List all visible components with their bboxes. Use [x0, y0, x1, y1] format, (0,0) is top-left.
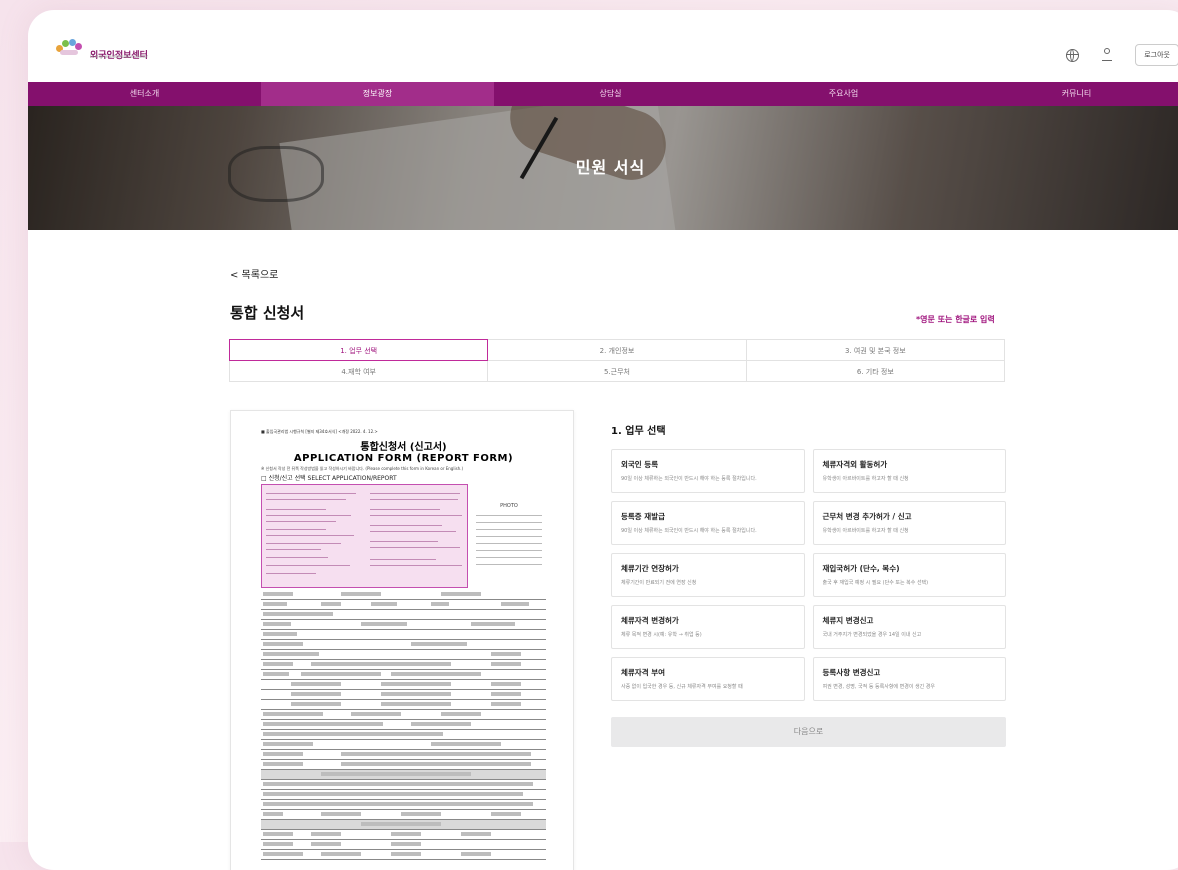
- header-actions: 로그아웃: [1066, 44, 1178, 66]
- panel-title: 1. 업무 선택: [611, 426, 666, 437]
- task-card-address-change[interactable]: 체류지 변경신고 국내 거주지가 변경되었을 경우 14일 이내 신고: [812, 605, 1006, 649]
- task-card-title: 체류지 변경신고: [822, 616, 874, 625]
- step-tab-1[interactable]: 1. 업무 선택: [229, 339, 489, 361]
- nav-item-business[interactable]: 주요사업: [727, 82, 960, 106]
- hero-title: 민원 서식: [575, 158, 646, 177]
- form-preview-image: ■ 출입국관리법 시행규칙 [별지 제34호서식] <개정 2022. 4. 1…: [230, 410, 574, 870]
- nav-item-community[interactable]: 커뮤니티: [960, 82, 1178, 106]
- form-preview-content: ■ 출입국관리법 시행규칙 [별지 제34호서식] <개정 2022. 4. 1…: [261, 429, 546, 860]
- form-select-label: □ 신청/신고 선택 SELECT APPLICATION/REPORT: [261, 475, 397, 482]
- logout-button[interactable]: 로그아웃: [1135, 44, 1178, 66]
- task-card-desc: 90일 이상 체류하는 외국인이 반드시 해야 하는 등록 절차입니다.: [621, 476, 757, 482]
- step-tab-6[interactable]: 6. 기타 정보: [745, 360, 1005, 382]
- task-card-grid: 외국인 등록 90일 이상 체류하는 외국인이 반드시 해야 하는 등록 절차입…: [611, 449, 1006, 701]
- hero-banner: 민원 서식: [28, 106, 1178, 230]
- logo-subtitle: Foreigner Information Center: [90, 54, 149, 59]
- task-card-title: 등록사항 변경신고: [822, 668, 881, 677]
- task-card-desc: 출국 후 재입국 예정 시 필요 (단수 또는 복수 선택): [822, 580, 929, 586]
- task-card-title: 외국인 등록: [621, 460, 659, 469]
- form-title-korean: 통합신청서 (신고서): [360, 442, 447, 453]
- task-card-desc: 체류 목적 변경 시(예: 유학 → 취업 등): [621, 632, 702, 638]
- site-header: 외국인정보센터 Foreigner Information Center 로그아…: [28, 10, 1178, 82]
- form-subtitle: ※ 신청서 작성 전 뒤쪽 작성방법을 읽고 작성하시기 바랍니다. (Plea…: [261, 466, 464, 471]
- task-card-title: 체류자격외 활동허가: [822, 460, 888, 469]
- input-notice: *영문 또는 한글로 입력: [916, 315, 995, 324]
- task-selection-panel: 1. 업무 선택 외국인 등록 90일 이상 체류하는 외국인이 반드시 해야 …: [611, 422, 1006, 747]
- task-card-desc: 90일 이상 체류하는 외국인이 반드시 해야 하는 등록 절차입니다.: [621, 528, 757, 534]
- task-card-status-change[interactable]: 체류자격 변경허가 체류 목적 변경 시(예: 유학 → 취업 등): [611, 605, 805, 649]
- nav-item-counsel[interactable]: 상담실: [494, 82, 727, 106]
- task-card-extra-activity-permit[interactable]: 체류자격외 활동허가 유학생이 아르바이트를 하고자 할 때 신청: [812, 449, 1006, 493]
- task-card-status-grant[interactable]: 체류자격 부여 사증 없이 입국한 경우 등, 신규 체류자격 부여를 요청할 …: [611, 657, 805, 701]
- main-nav: 센터소개 정보광장 상담실 주요사업 커뮤니티: [28, 82, 1178, 106]
- user-icon[interactable]: [1101, 48, 1113, 62]
- logo-mark-icon: [54, 38, 86, 61]
- page-title: 통합 신청서: [230, 304, 305, 322]
- task-card-reentry-permit[interactable]: 재입국허가 (단수, 복수) 출국 후 재입국 예정 시 필요 (단수 또는 복…: [812, 553, 1006, 597]
- form-title-english: APPLICATION FORM (REPORT FORM): [293, 453, 514, 464]
- task-card-desc: 국내 거주지가 변경되었을 경우 14일 이내 신고: [822, 632, 922, 638]
- form-highlight-section: [261, 484, 468, 588]
- form-table: [261, 590, 546, 860]
- step-tab-5[interactable]: 5.근무처: [487, 360, 747, 382]
- task-card-desc: 사증 없이 입국한 경우 등, 신규 체류자격 부여를 요청할 때: [621, 684, 743, 690]
- task-card-desc: 체류기간이 만료되기 전에 연장 신청: [621, 580, 697, 586]
- next-button[interactable]: 다음으로: [611, 717, 1006, 747]
- task-card-stay-extension[interactable]: 체류기간 연장허가 체류기간이 만료되기 전에 연장 신청: [611, 553, 805, 597]
- task-card-desc: 유학생이 아르바이트를 하고자 할 때 신청: [822, 528, 909, 534]
- back-to-list-link[interactable]: < 목록으로: [230, 266, 278, 281]
- task-card-title: 등록증 재발급: [621, 512, 666, 521]
- task-card-desc: 유학생이 아르바이트를 하고자 할 때 신청: [822, 476, 909, 482]
- nav-item-info-plaza[interactable]: 정보광장: [261, 82, 494, 106]
- task-card-workplace-change[interactable]: 근무처 변경 추가허가 / 신고 유학생이 아르바이트를 하고자 할 때 신청: [812, 501, 1006, 545]
- task-card-title: 체류기간 연장허가: [621, 564, 679, 573]
- form-photo-area: PHOTO: [474, 487, 544, 591]
- form-note: ■ 출입국관리법 시행규칙 [별지 제34호서식] <개정 2022. 4. 1…: [261, 429, 378, 434]
- task-card-title: 근무처 변경 추가허가 / 신고: [822, 512, 912, 521]
- task-card-desc: 여권 변경, 성명, 국적 등 등록사항에 변경이 생긴 경우: [822, 684, 936, 690]
- task-card-title: 재입국허가 (단수, 복수): [822, 564, 900, 573]
- form-photo-label: PHOTO: [500, 503, 518, 509]
- nav-item-center[interactable]: 센터소개: [28, 82, 261, 106]
- globe-icon[interactable]: [1066, 48, 1080, 62]
- step-tab-3[interactable]: 3. 여권 및 본국 정보: [745, 339, 1005, 361]
- task-card-foreigner-registration[interactable]: 외국인 등록 90일 이상 체류하는 외국인이 반드시 해야 하는 등록 절차입…: [611, 449, 805, 493]
- step-tab-2[interactable]: 2. 개인정보: [487, 339, 747, 361]
- page-frame: 외국인정보센터 Foreigner Information Center 로그아…: [28, 10, 1178, 870]
- task-card-title: 체류자격 부여: [621, 668, 666, 677]
- task-card-title: 체류자격 변경허가: [621, 616, 679, 625]
- task-card-card-reissue[interactable]: 등록증 재발급 90일 이상 체류하는 외국인이 반드시 해야 하는 등록 절차…: [611, 501, 805, 545]
- task-card-registration-change[interactable]: 등록사항 변경신고 여권 변경, 성명, 국적 등 등록사항에 변경이 생긴 경…: [812, 657, 1006, 701]
- step-tabs: 1. 업무 선택 2. 개인정보 3. 여권 및 본국 정보 4.재학 여부 5…: [229, 339, 1005, 382]
- step-tab-4[interactable]: 4.재학 여부: [229, 360, 489, 382]
